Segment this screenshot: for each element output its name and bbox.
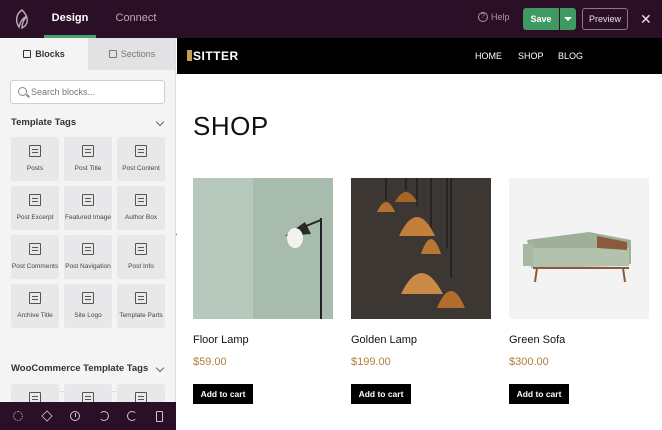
section-template-tags[interactable]: Template Tags [11,117,165,133]
block-label: Post Content [122,165,160,172]
block-post-navigation[interactable]: Post Navigation [64,235,112,279]
archive-title-icon [29,292,41,304]
top-bar: Design Connect ? Help Save Preview ✕ [0,0,662,38]
block-post-comments[interactable]: Post Comments [11,235,59,279]
block-label: Post Excerpt [16,214,54,221]
posts-icon [29,145,41,157]
block-post-title[interactable]: Post Title [64,137,112,181]
tab-connect[interactable]: Connect [108,0,164,38]
block-post-info[interactable]: Post Info [117,235,165,279]
block-label: Featured Image [65,214,111,221]
post-content-icon [135,145,147,157]
nav-blog[interactable]: BLOG [558,51,583,61]
floor-lamp-image [193,178,333,319]
chevron-down-icon [155,363,165,373]
sidebar-tabs: Blocks Sections [0,38,175,70]
block-label: Archive Title [17,312,53,319]
tab-sections-label: Sections [120,49,156,59]
brand-name: SITTER [193,49,239,63]
block-label: Post Title [74,165,102,172]
product-name[interactable]: Golden Lamp [351,334,417,346]
post-title-icon [82,145,94,157]
site-logo-icon [82,292,94,304]
mobile-icon[interactable] [155,410,163,422]
tab-blocks[interactable]: Blocks [0,38,88,70]
block-author-box[interactable]: Author Box [117,186,165,230]
block-label: Site Logo [74,312,102,319]
gear-icon[interactable] [13,411,24,421]
undo-icon[interactable] [98,411,109,421]
section-woocommerce-template-tags[interactable]: WooCommerce Template Tags [11,363,165,379]
green-sofa-image [509,178,649,319]
block-featured-image[interactable]: Featured Image [64,186,112,230]
author-box-icon [135,194,147,206]
site-brand[interactable]: SITTER [187,49,239,63]
brand-logo-icon [187,50,192,61]
template-tags-grid: Posts Post Title Post Content Post Excer… [11,137,165,328]
page-title: SHOP [193,111,269,141]
nav-home[interactable]: HOME [475,51,502,61]
block-label: Post Comments [11,263,59,270]
block-template-parts[interactable]: Template Parts [117,284,165,328]
product-price: $300.00 [509,356,549,368]
section-title: WooCommerce Template Tags [11,363,149,374]
product-price: $59.00 [193,356,227,368]
block-posts[interactable]: Posts [11,137,59,181]
block-site-logo[interactable]: Site Logo [64,284,112,328]
block-label: Author Box [124,214,158,221]
product-image-golden-lamp[interactable] [351,178,491,319]
product-card[interactable]: Golden Lamp $199.00 Add to cart [351,178,491,404]
sidebar: Blocks Sections Template Tags Posts Post… [0,38,176,430]
block-post-excerpt[interactable]: Post Excerpt [11,186,59,230]
add-to-cart-button[interactable]: Add to cart [193,384,253,404]
block-label: Post Navigation [65,263,111,270]
nav-shop[interactable]: SHOP [518,51,544,61]
product-name[interactable]: Green Sofa [509,334,565,346]
layers-icon[interactable] [41,410,53,422]
block-archive-title[interactable]: Archive Title [11,284,59,328]
history-icon[interactable] [70,411,81,421]
featured-image-icon [82,194,94,206]
close-icon[interactable]: ✕ [640,10,652,28]
blocks-icon [23,50,32,58]
product-card[interactable]: Floor Lamp $59.00 Add to cart [193,178,333,404]
search-input[interactable] [31,84,161,100]
post-comments-icon [29,243,41,255]
redo-icon[interactable] [127,411,138,421]
tab-blocks-label: Blocks [35,49,65,59]
block-label: Template Parts [119,312,163,319]
bottom-toolbar [0,402,176,430]
product-image-floor-lamp[interactable] [193,178,333,319]
product-image-green-sofa[interactable] [509,178,649,319]
post-info-icon [135,243,147,255]
site-header[interactable]: SITTER HOME SHOP BLOG [177,38,662,74]
post-navigation-icon [82,243,94,255]
help-label: Help [491,12,510,22]
add-to-cart-button[interactable]: Add to cart [509,384,569,404]
search-box [10,80,165,104]
help-link[interactable]: ? Help [478,12,510,22]
preview-button[interactable]: Preview [582,8,628,30]
product-price: $199.00 [351,356,391,368]
section-title: Template Tags [11,117,77,128]
help-icon: ? [478,12,488,22]
golden-lamp-image [351,178,491,319]
template-parts-icon [135,292,147,304]
block-label: Posts [26,165,44,172]
post-excerpt-icon [29,194,41,206]
product-card[interactable]: Green Sofa $300.00 Add to cart [509,178,649,404]
block-label: Post Info [128,263,154,270]
seedprod-logo-icon[interactable] [11,8,33,30]
sections-icon [108,50,117,58]
save-options-chevron-down-icon[interactable] [560,8,576,30]
search-icon [18,87,27,96]
block-post-content[interactable]: Post Content [117,137,165,181]
save-button[interactable]: Save [523,8,559,30]
page-canvas: SITTER HOME SHOP BLOG SHOP Floor Lamp $5… [177,38,662,430]
product-name[interactable]: Floor Lamp [193,334,249,346]
chevron-down-icon [155,117,165,127]
tab-sections[interactable]: Sections [88,38,175,70]
add-to-cart-button[interactable]: Add to cart [351,384,411,404]
tab-design[interactable]: Design [40,0,100,38]
